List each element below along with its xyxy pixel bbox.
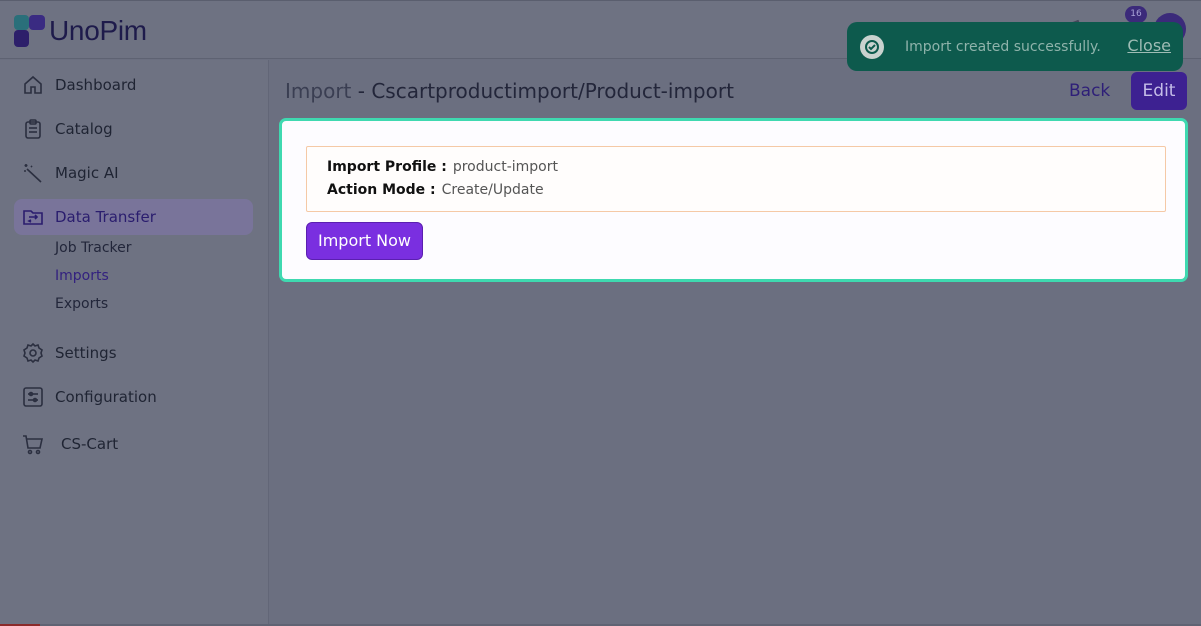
import-info-box: Import Profile : product-import Action Mo… — [306, 146, 1166, 212]
sidebar-item-label: Magic AI — [55, 164, 119, 182]
gear-icon — [23, 342, 43, 364]
page-title: Import - Cscartproductimport/Product-imp… — [285, 79, 734, 103]
sidebar-item-label: Data Transfer — [55, 208, 156, 226]
success-toast: Import created successfully. Close — [847, 22, 1183, 71]
logo[interactable]: UnoPim — [14, 15, 147, 47]
sidebar-item-catalog[interactable]: Catalog — [14, 111, 253, 147]
notification-count-badge: 16 — [1125, 6, 1147, 23]
clipboard-icon — [25, 119, 41, 139]
edit-button[interactable]: Edit — [1131, 72, 1187, 110]
magic-wand-icon — [24, 164, 42, 183]
sidebar-item-settings[interactable]: Settings — [14, 335, 253, 371]
sidebar-item-label: Configuration — [55, 388, 157, 406]
cart-icon — [23, 435, 43, 455]
action-mode-label: Action Mode : — [327, 182, 436, 198]
sidebar-subitem-job-tracker[interactable]: Job Tracker — [55, 240, 132, 256]
logo-text: UnoPim — [49, 15, 147, 46]
check-circle-icon — [860, 34, 884, 59]
page-title-prefix: Import — [285, 79, 352, 103]
import-profile-value: product-import — [452, 159, 558, 175]
sidebar-item-label: Catalog — [55, 120, 113, 138]
home-icon — [24, 75, 42, 94]
sidebar-item-data-transfer[interactable]: Data Transfer — [14, 199, 253, 235]
sidebar: Dashboard Catalog Magic AI Data Transfer… — [0, 60, 269, 626]
page-title-separator: - — [351, 79, 372, 103]
action-mode-row: Action Mode : Create/Update — [327, 182, 544, 198]
sidebar-item-dashboard[interactable]: Dashboard — [14, 67, 253, 103]
sidebar-item-label: CS-Cart — [61, 435, 119, 453]
folder-transfer-icon — [23, 210, 43, 225]
import-card: Import Profile : product-import Action Mo… — [279, 118, 1188, 282]
unopim-logo-icon — [14, 15, 45, 47]
sidebar-item-label: Dashboard — [55, 76, 137, 94]
sidebar-subitem-exports[interactable]: Exports — [55, 296, 108, 312]
sidebar-item-magic-ai[interactable]: Magic AI — [14, 155, 253, 191]
import-profile-row: Import Profile : product-import — [327, 159, 558, 175]
sidebar-subitem-imports[interactable]: Imports — [55, 268, 109, 284]
sliders-icon — [23, 387, 43, 407]
action-mode-value: Create/Update — [441, 182, 544, 198]
import-now-button[interactable]: Import Now — [306, 222, 423, 260]
sidebar-item-configuration[interactable]: Configuration — [14, 379, 253, 415]
toast-message: Import created successfully. — [905, 38, 1101, 55]
toast-close-button[interactable]: Close — [1127, 36, 1171, 55]
page-title-main: Cscartproductimport/Product-import — [371, 79, 734, 103]
import-profile-label: Import Profile : — [327, 159, 447, 175]
sidebar-item-label: Settings — [55, 344, 117, 362]
back-button[interactable]: Back — [1069, 81, 1110, 101]
sidebar-item-cs-cart[interactable]: CS-Cart — [14, 426, 253, 462]
